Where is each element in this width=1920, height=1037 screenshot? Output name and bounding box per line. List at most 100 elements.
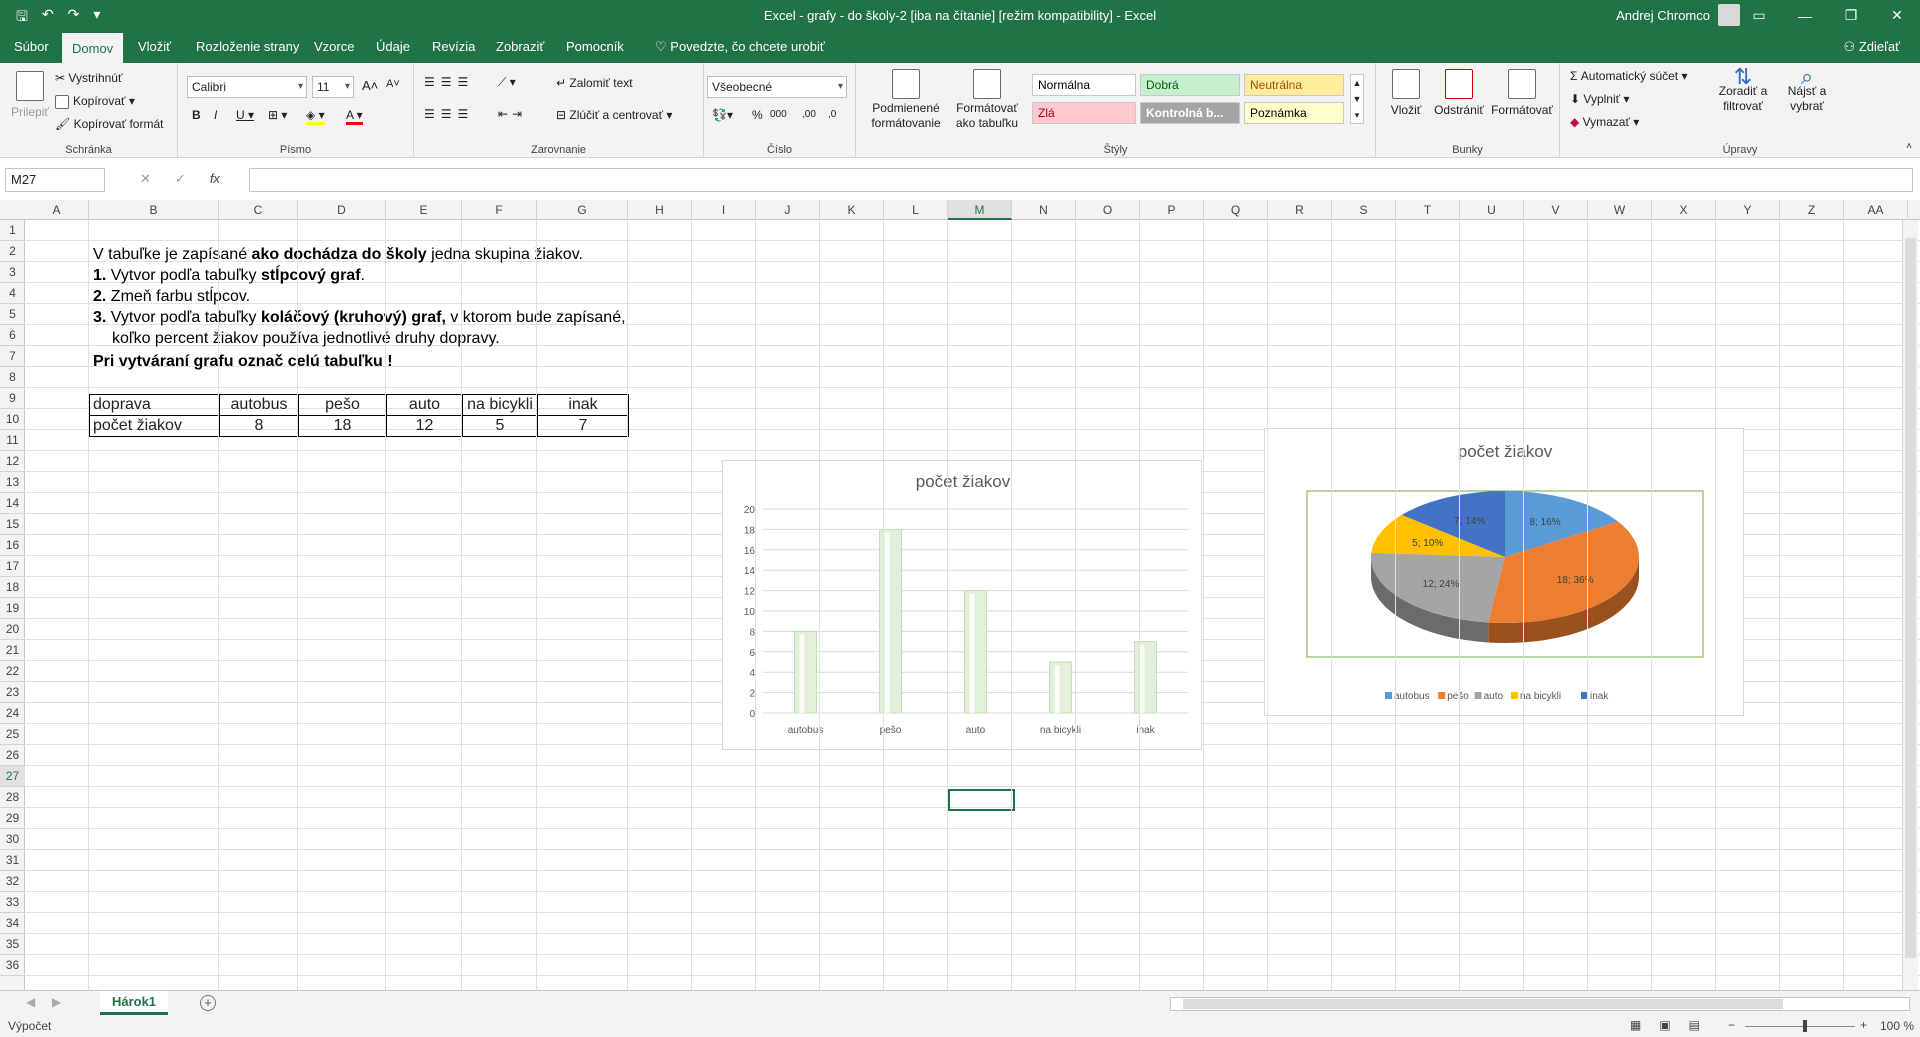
percent-icon[interactable]: % bbox=[752, 108, 763, 122]
column-header-x[interactable]: X bbox=[1652, 200, 1716, 220]
column-header-b[interactable]: B bbox=[89, 200, 219, 220]
font-color-icon[interactable]: A ▾ bbox=[346, 108, 363, 125]
row-header-33[interactable]: 33 bbox=[0, 892, 25, 913]
instruction-line-5b[interactable]: koľko percent žiakov používa jednotlivé … bbox=[112, 329, 500, 349]
paste-button[interactable]: Prilepiť bbox=[10, 71, 50, 119]
table-cell[interactable]: pešo bbox=[298, 394, 387, 416]
row-header-19[interactable]: 19 bbox=[0, 598, 25, 619]
vertical-align-icons[interactable]: ☰☰☰ bbox=[424, 75, 474, 89]
increase-decimal-icon[interactable]: ,00 bbox=[802, 109, 816, 120]
column-header-a[interactable]: A bbox=[25, 200, 89, 220]
number-format-select[interactable]: Všeobecné bbox=[707, 76, 847, 98]
italic-icon[interactable]: I bbox=[214, 108, 217, 122]
formula-input[interactable] bbox=[249, 168, 1913, 192]
decrease-decimal-icon[interactable]: ,0 bbox=[828, 109, 836, 120]
column-header-i[interactable]: I bbox=[692, 200, 756, 220]
styles-scroll-icon[interactable]: ▲ ▼ ▾ bbox=[1350, 74, 1364, 124]
vertical-scrollbar[interactable] bbox=[1902, 220, 1918, 990]
row-header-1[interactable]: 1 bbox=[0, 220, 25, 241]
row-header-35[interactable]: 35 bbox=[0, 934, 25, 955]
cell-style-note[interactable]: Poznámka bbox=[1244, 102, 1344, 124]
autosum-button[interactable]: Σ Automatický súčet ▾ bbox=[1570, 69, 1688, 83]
tab-data[interactable]: Údaje bbox=[366, 31, 420, 63]
table-cell[interactable]: na bicykli bbox=[462, 394, 538, 416]
table-cell[interactable]: 7 bbox=[537, 415, 629, 437]
column-header-o[interactable]: O bbox=[1076, 200, 1140, 220]
row-header-10[interactable]: 10 bbox=[0, 409, 25, 430]
zoom-level[interactable]: 100 % bbox=[1880, 1019, 1914, 1033]
row-header-23[interactable]: 23 bbox=[0, 682, 25, 703]
instruction-line-3[interactable]: 1. Vytvor podľa tabuľky stĺpcový graf. bbox=[93, 266, 365, 286]
cancel-icon[interactable]: ✕ bbox=[140, 171, 151, 187]
table-cell[interactable]: 12 bbox=[386, 415, 463, 437]
row-header-21[interactable]: 21 bbox=[0, 640, 25, 661]
column-header-f[interactable]: F bbox=[462, 200, 537, 220]
restore-icon[interactable]: ❐ bbox=[1828, 0, 1874, 31]
add-sheet-icon[interactable]: + bbox=[200, 995, 216, 1011]
instruction-line-2[interactable]: V tabuľke je zapísané ako dochádza do šk… bbox=[93, 245, 583, 265]
next-sheet-icon[interactable]: ▶ bbox=[52, 995, 61, 1009]
column-header-w[interactable]: W bbox=[1588, 200, 1652, 220]
row-header-16[interactable]: 16 bbox=[0, 535, 25, 556]
instruction-line-5[interactable]: 3. Vytvor podľa tabuľky koláčový (kruhov… bbox=[93, 308, 626, 328]
cell-style-bad[interactable]: Zlá bbox=[1032, 102, 1136, 124]
row-header-8[interactable]: 8 bbox=[0, 367, 25, 388]
format-cells-button[interactable]: Formátovať bbox=[1490, 69, 1554, 117]
view-buttons[interactable]: ▦▣▤ bbox=[1630, 1018, 1718, 1032]
row-header-30[interactable]: 30 bbox=[0, 829, 25, 850]
column-header-u[interactable]: U bbox=[1460, 200, 1524, 220]
table-cell[interactable]: auto bbox=[386, 394, 463, 416]
fill-button[interactable]: ⬇ Vyplniť ▾ bbox=[1570, 92, 1630, 106]
column-header-p[interactable]: P bbox=[1140, 200, 1204, 220]
column-header-s[interactable]: S bbox=[1332, 200, 1396, 220]
row-header-2[interactable]: 2 bbox=[0, 241, 25, 262]
share-button[interactable]: ⚇ Zdieľať bbox=[1844, 31, 1900, 63]
copy-button[interactable]: Kopírovať ▾ bbox=[55, 94, 135, 109]
bar-chart[interactable]: počet žiakov 0 2 4 6 8 10 12 14 16 18 20 autobus peš… bbox=[722, 460, 1202, 750]
zoom-slider[interactable] bbox=[1745, 1026, 1855, 1027]
row-header-5[interactable]: 5 bbox=[0, 304, 25, 325]
close-icon[interactable]: ✕ bbox=[1874, 0, 1920, 31]
cut-button[interactable]: ✂ Vystrihnúť bbox=[55, 71, 122, 85]
merge-center-button[interactable]: ⊟ Zlúčiť a centrovať ▾ bbox=[556, 108, 672, 122]
shrink-font-icon[interactable]: A˅ bbox=[386, 78, 400, 90]
row-header-14[interactable]: 14 bbox=[0, 493, 25, 514]
row-header-15[interactable]: 15 bbox=[0, 514, 25, 535]
row-header-29[interactable]: 29 bbox=[0, 808, 25, 829]
row-header-25[interactable]: 25 bbox=[0, 724, 25, 745]
row-header-11[interactable]: 11 bbox=[0, 430, 25, 451]
font-size-select[interactable]: 11 bbox=[312, 76, 354, 98]
format-as-table-button[interactable]: Formátovať ako tabuľku bbox=[948, 69, 1026, 131]
table-cell[interactable]: 5 bbox=[462, 415, 538, 437]
column-header-q[interactable]: Q bbox=[1204, 200, 1268, 220]
row-header-26[interactable]: 26 bbox=[0, 745, 25, 766]
row-header-9[interactable]: 9 bbox=[0, 388, 25, 409]
row-header-17[interactable]: 17 bbox=[0, 556, 25, 577]
tab-review[interactable]: Revízia bbox=[422, 31, 485, 63]
column-header-l[interactable]: L bbox=[884, 200, 948, 220]
row-header-31[interactable]: 31 bbox=[0, 850, 25, 871]
row-header-18[interactable]: 18 bbox=[0, 577, 25, 598]
column-header-d[interactable]: D bbox=[298, 200, 386, 220]
name-box[interactable]: M27 bbox=[5, 168, 105, 192]
table-cell[interactable]: 8 bbox=[219, 415, 299, 437]
sheet-tab-harok1[interactable]: Hárok1 bbox=[100, 991, 168, 1015]
fill-color-icon[interactable]: ◈ ▾ bbox=[306, 108, 325, 125]
wrap-text-button[interactable]: ↵ Zalomiť text bbox=[556, 76, 633, 90]
row-header-34[interactable]: 34 bbox=[0, 913, 25, 934]
horizontal-scroll-thumb[interactable] bbox=[1183, 999, 1783, 1009]
zoom-out-icon[interactable]: − bbox=[1728, 1018, 1735, 1032]
column-header-t[interactable]: T bbox=[1396, 200, 1460, 220]
cell-style-good[interactable]: Dobrá bbox=[1140, 74, 1240, 96]
horizontal-align-icons[interactable]: ☰☰☰ bbox=[424, 107, 474, 121]
row-header-13[interactable]: 13 bbox=[0, 472, 25, 493]
row-header-36[interactable]: 36 bbox=[0, 955, 25, 976]
sort-filter-button[interactable]: ⇅ Zoradiť a filtrovať bbox=[1710, 66, 1776, 114]
cell-style-normal[interactable]: Normálna bbox=[1032, 74, 1136, 96]
bar[interactable] bbox=[964, 590, 987, 714]
user-name[interactable]: Andrej Chromco bbox=[1616, 8, 1710, 23]
column-header-g[interactable]: G bbox=[537, 200, 628, 220]
instruction-line-6[interactable]: Pri vytváraní grafu označ celú tabuľku ! bbox=[93, 352, 393, 372]
column-header-j[interactable]: J bbox=[756, 200, 820, 220]
grow-font-icon[interactable]: A˄ bbox=[362, 78, 378, 93]
